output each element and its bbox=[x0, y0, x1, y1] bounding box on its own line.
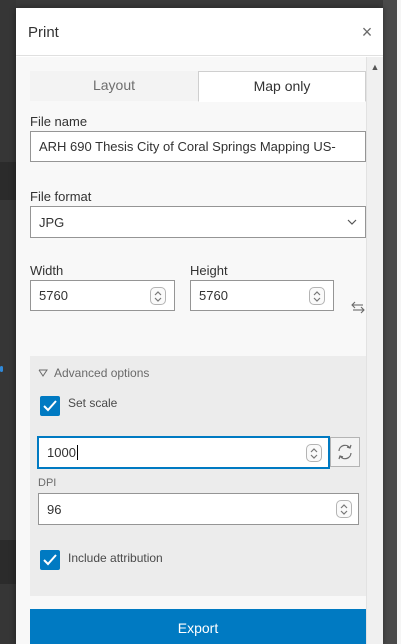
spinner-icon bbox=[310, 448, 318, 459]
scale-input[interactable]: 1000 bbox=[37, 436, 330, 469]
file-name-value: ARH 690 Thesis City of Coral Springs Map… bbox=[39, 139, 336, 154]
include-attribution-label: Include attribution bbox=[68, 551, 163, 565]
dpi-value: 96 bbox=[47, 501, 62, 517]
height-value: 5760 bbox=[199, 288, 228, 303]
spinner-icon bbox=[340, 504, 348, 515]
tab-map-only[interactable]: Map only bbox=[198, 71, 366, 102]
background-app-right bbox=[383, 0, 401, 644]
background-strip bbox=[397, 0, 401, 644]
spinner-icon bbox=[154, 291, 162, 302]
height-input[interactable]: 5760 bbox=[190, 280, 334, 311]
background-panel-block bbox=[0, 540, 16, 584]
file-name-label: File name bbox=[30, 114, 88, 129]
close-button[interactable]: × bbox=[355, 20, 379, 44]
advanced-options-toggle[interactable]: Advanced options bbox=[38, 366, 149, 380]
tab-layout[interactable]: Layout bbox=[30, 71, 198, 101]
vertical-scrollbar[interactable]: ▲ bbox=[366, 57, 383, 644]
print-tabs: Layout Map only bbox=[30, 71, 366, 102]
background-app-left bbox=[0, 0, 16, 644]
file-format-value: JPG bbox=[39, 214, 65, 230]
dialog-header: Print × bbox=[16, 8, 383, 56]
checkmark-icon bbox=[43, 400, 57, 412]
dpi-stepper[interactable] bbox=[336, 500, 352, 518]
spinner-icon bbox=[313, 291, 321, 302]
scale-stepper[interactable] bbox=[306, 444, 322, 462]
set-scale-label: Set scale bbox=[68, 396, 118, 410]
background-indicator bbox=[0, 366, 3, 372]
checkmark-icon bbox=[43, 554, 57, 566]
export-button[interactable]: Export bbox=[30, 609, 366, 644]
use-current-scale-button[interactable] bbox=[330, 437, 360, 467]
dpi-label: DPI bbox=[38, 477, 57, 489]
set-scale-checkbox[interactable] bbox=[40, 396, 60, 416]
caret-down-icon bbox=[38, 369, 48, 377]
width-value: 5760 bbox=[39, 288, 68, 303]
background-panel-block bbox=[0, 162, 16, 200]
height-stepper[interactable] bbox=[309, 287, 325, 305]
advanced-options-label: Advanced options bbox=[54, 366, 150, 380]
text-caret bbox=[76, 445, 78, 460]
scroll-up-icon[interactable]: ▲ bbox=[369, 61, 381, 73]
swap-icon[interactable] bbox=[351, 300, 365, 314]
scale-value: 1000 bbox=[47, 445, 76, 460]
width-stepper[interactable] bbox=[150, 287, 166, 305]
dialog-title: Print bbox=[28, 24, 59, 41]
height-label: Height bbox=[190, 263, 228, 278]
refresh-icon bbox=[338, 444, 352, 460]
file-format-select[interactable]: JPG bbox=[30, 206, 366, 238]
advanced-options-panel: Advanced options Set scale 1000 DPI 96 I… bbox=[30, 356, 366, 596]
file-name-input[interactable]: ARH 690 Thesis City of Coral Springs Map… bbox=[30, 131, 366, 162]
close-icon: × bbox=[361, 22, 373, 42]
dialog-content: Layout Map only File name ARH 690 Thesis… bbox=[16, 57, 366, 644]
width-label: Width bbox=[30, 263, 64, 278]
chevron-down-icon bbox=[347, 219, 357, 225]
include-attribution-checkbox[interactable] bbox=[40, 550, 60, 570]
width-input[interactable]: 5760 bbox=[30, 280, 175, 311]
dpi-input[interactable]: 96 bbox=[38, 493, 359, 525]
file-format-label: File format bbox=[30, 189, 92, 204]
print-dialog: Print × Layout Map only File name ARH 69… bbox=[16, 8, 383, 644]
